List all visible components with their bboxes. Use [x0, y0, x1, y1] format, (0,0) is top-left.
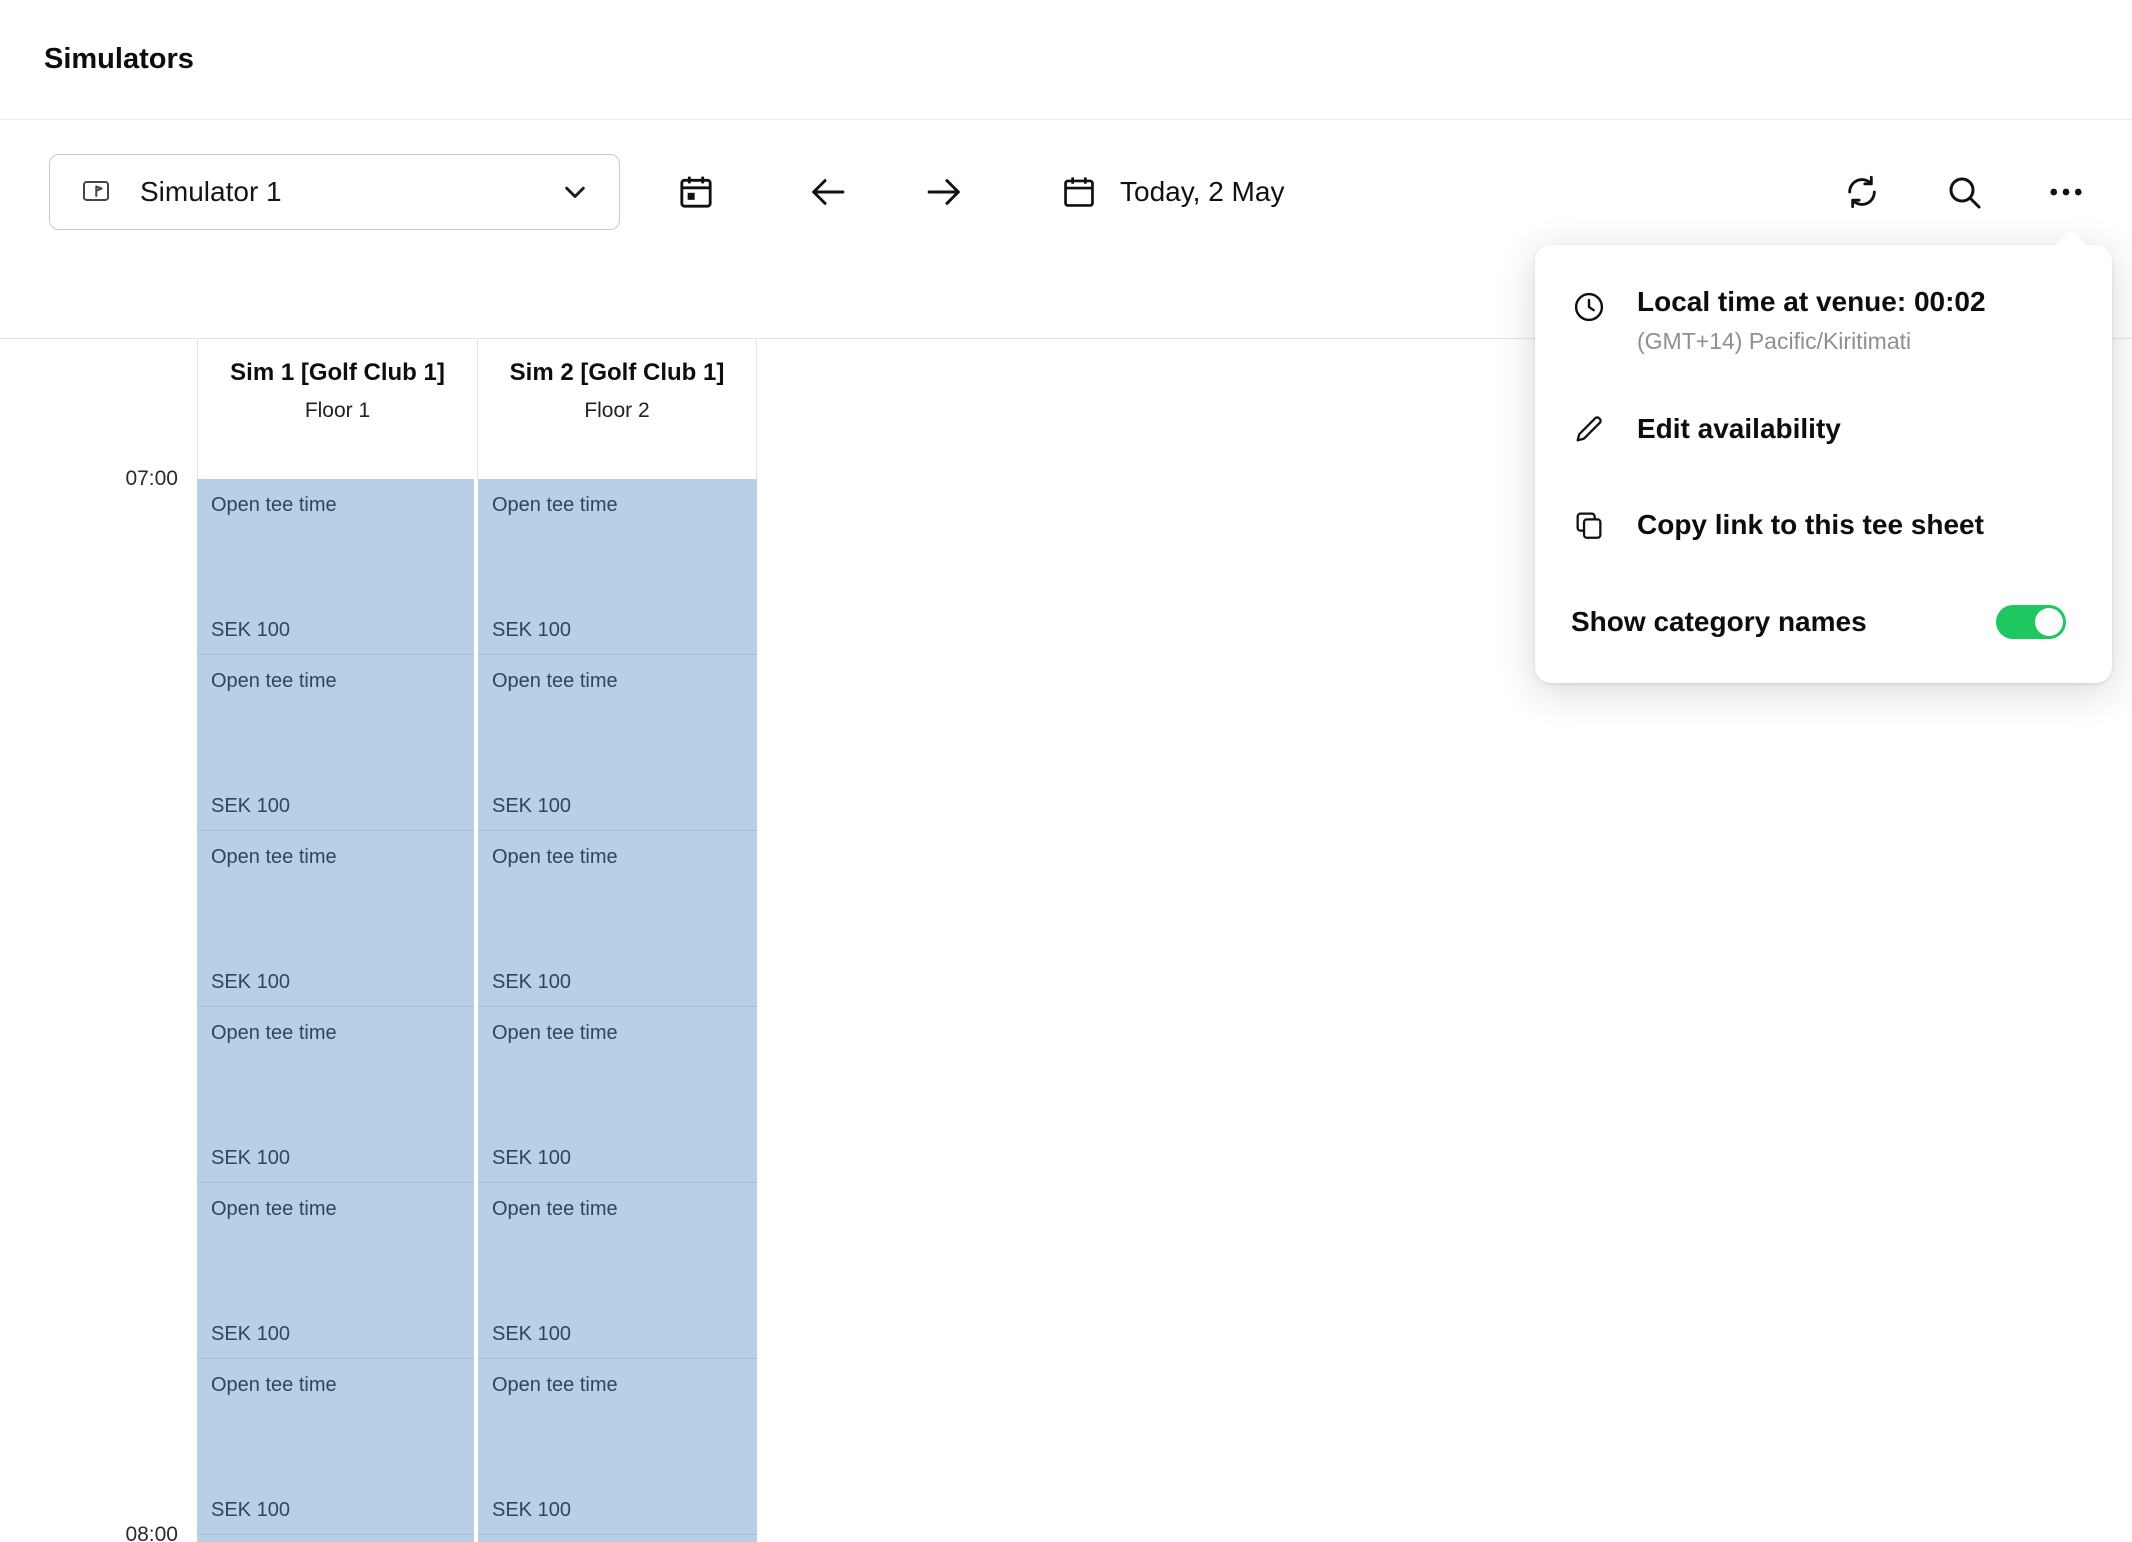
copy-icon [1571, 507, 1607, 543]
simulator-select[interactable]: Simulator 1 [49, 154, 620, 230]
toggle-label: Show category names [1571, 606, 1867, 638]
local-time-title: Local time at venue: 00:02 [1637, 285, 1986, 319]
slot-price: SEK 100 [492, 1323, 571, 1346]
tee-time-slot[interactable]: Open tee time SEK 100 [478, 831, 757, 1007]
slot-price: SEK 100 [492, 1499, 571, 1522]
more-options-button[interactable] [2038, 164, 2094, 220]
menu-item-label: Copy link to this tee sheet [1637, 509, 1984, 541]
local-time-row: Local time at venue: 00:02 (GMT+14) Paci… [1571, 285, 2066, 355]
show-category-names-row: Show category names [1571, 605, 2066, 639]
options-popover: Local time at venue: 00:02 (GMT+14) Paci… [1535, 245, 2112, 683]
slot-label: Open tee time [211, 1022, 464, 1045]
slot-price: SEK 100 [492, 795, 571, 818]
clock-icon [1571, 289, 1607, 325]
tee-time-slot[interactable]: Open tee time SEK 100 [197, 655, 474, 831]
simulator-icon [78, 174, 114, 210]
slot-price: SEK 100 [492, 1147, 571, 1170]
tee-time-slot[interactable]: Open tee time SEK 100 [478, 1007, 757, 1183]
tee-time-slot[interactable]: Open tee time SEK 100 [197, 1535, 474, 1542]
slot-label: Open tee time [492, 670, 747, 693]
slot-price: SEK 100 [492, 619, 571, 642]
slot-label: Open tee time [492, 1374, 747, 1397]
slot-label: Open tee time [492, 846, 747, 869]
tee-time-slot[interactable]: Open tee time SEK 100 [478, 655, 757, 831]
slot-label: Open tee time [492, 1022, 747, 1045]
slot-price: SEK 100 [211, 1147, 290, 1170]
previous-day-button[interactable] [800, 164, 856, 220]
tee-time-slot[interactable]: Open tee time SEK 100 [478, 1183, 757, 1359]
menu-item-edit-availability[interactable]: Edit availability [1571, 411, 2066, 447]
page-header: Simulators [0, 0, 2132, 120]
slot-label: Open tee time [211, 1198, 464, 1221]
column-subtitle: Floor 1 [198, 394, 477, 428]
tee-time-slot[interactable]: Open tee time SEK 100 [478, 1535, 757, 1542]
slot-label: Open tee time [211, 846, 464, 869]
tee-time-slot[interactable]: Open tee time SEK 100 [478, 1359, 757, 1535]
slot-label: Open tee time [211, 494, 464, 517]
tee-time-slot[interactable]: Open tee time SEK 100 [197, 1359, 474, 1535]
chevron-down-icon [557, 174, 593, 210]
tee-time-slot[interactable]: Open tee time SEK 100 [197, 831, 474, 1007]
local-time-subtitle: (GMT+14) Pacific/Kiritimati [1637, 328, 1986, 355]
calendar-day-icon [676, 172, 716, 212]
slot-label: Open tee time [492, 1198, 747, 1221]
slot-label: Open tee time [211, 670, 464, 693]
simulator-select-value: Simulator 1 [140, 176, 282, 208]
calendar-day-button[interactable] [668, 164, 724, 220]
slot-label: Open tee time [211, 1374, 464, 1397]
refresh-icon [1842, 172, 1882, 212]
toolbar: Simulator 1 [49, 154, 2094, 230]
current-date-label: Today, 2 May [1120, 176, 1284, 208]
slot-price: SEK 100 [211, 619, 290, 642]
more-options-icon [2045, 171, 2087, 213]
tee-time-slot[interactable]: Open tee time SEK 100 [197, 1183, 474, 1359]
slot-price: SEK 100 [211, 971, 290, 994]
arrow-right-icon [923, 171, 965, 213]
column-sim-2: Open tee time SEK 100 Open tee time SEK … [478, 479, 757, 1542]
search-icon [1944, 172, 1984, 212]
slot-price: SEK 100 [211, 795, 290, 818]
grid-header: Sim 1 [Golf Club 1] Floor 1 Sim 2 [Golf … [197, 340, 757, 479]
menu-item-label: Edit availability [1637, 413, 1841, 445]
tee-time-slot[interactable]: Open tee time SEK 100 [197, 479, 474, 655]
menu-item-copy-link[interactable]: Copy link to this tee sheet [1571, 507, 2066, 543]
calendar-icon [1060, 173, 1098, 211]
column-header-sim-1: Sim 1 [Golf Club 1] Floor 1 [197, 340, 477, 479]
slot-label: Open tee time [492, 494, 747, 517]
slot-price: SEK 100 [211, 1323, 290, 1346]
column-subtitle: Floor 2 [478, 394, 756, 428]
arrow-left-icon [807, 171, 849, 213]
show-category-names-toggle[interactable] [1996, 605, 2066, 639]
simulators-page: Simulators Simulator 1 [0, 0, 2132, 1542]
column-header-sim-2: Sim 2 [Golf Club 1] Floor 2 [477, 340, 757, 479]
slot-price: SEK 100 [211, 1499, 290, 1522]
next-day-button[interactable] [916, 164, 972, 220]
page-title: Simulators [44, 43, 194, 76]
tee-time-slot[interactable]: Open tee time SEK 100 [478, 479, 757, 655]
column-title: Sim 1 [Golf Club 1] [222, 352, 454, 394]
pencil-icon [1571, 411, 1607, 447]
time-label-0800: 08:00 [0, 1522, 178, 1542]
search-button[interactable] [1936, 164, 1992, 220]
date-picker-button[interactable]: Today, 2 May [1060, 173, 1284, 211]
column-title: Sim 2 [Golf Club 1] [501, 352, 733, 394]
column-sim-1: Open tee time SEK 100 Open tee time SEK … [197, 479, 474, 1542]
toggle-knob [2035, 608, 2063, 636]
slot-price: SEK 100 [492, 971, 571, 994]
refresh-button[interactable] [1834, 164, 1890, 220]
time-label-0700: 07:00 [0, 466, 178, 492]
tee-time-slot[interactable]: Open tee time SEK 100 [197, 1007, 474, 1183]
